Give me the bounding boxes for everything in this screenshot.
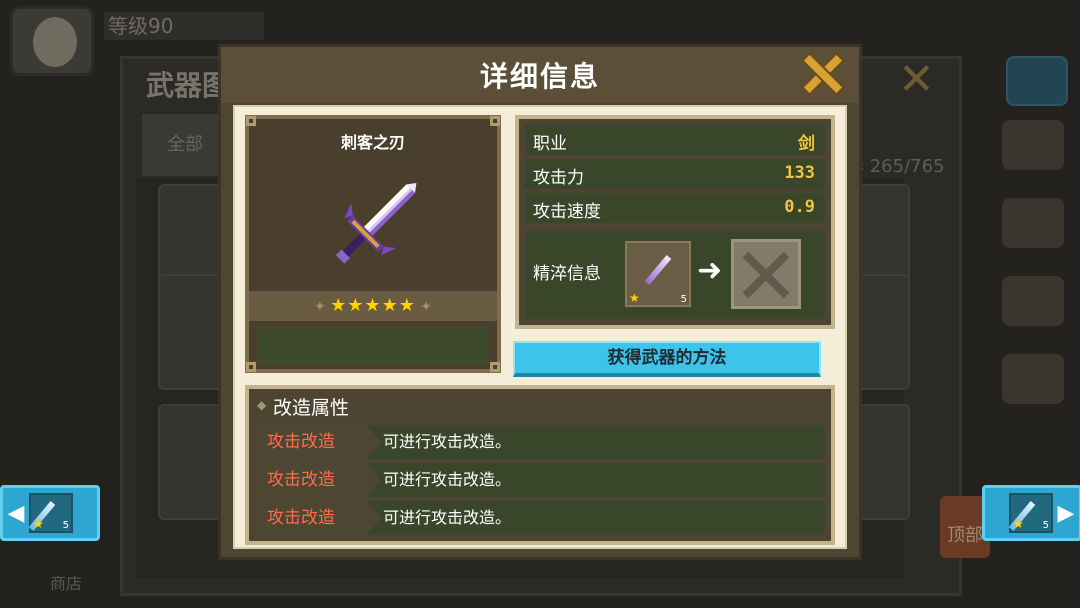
modify-attributes-panel: ◆ 改造属性 攻击改造 可进行攻击改造。 攻击改造 可进行攻击改造。 攻击改造 … (245, 385, 835, 545)
player-level: 等级90 (104, 12, 264, 40)
obtain-method-button[interactable]: 获得武器的方法 (513, 341, 821, 377)
modify-description: 可进行攻击改造。 (383, 432, 512, 451)
modify-row: 攻击改造 可进行攻击改造。 (255, 501, 825, 535)
modify-row: 攻击改造 可进行攻击改造。 (255, 463, 825, 497)
modify-description: 可进行攻击改造。 (383, 508, 512, 527)
refine-source-weapon[interactable]: ★ 5 (625, 241, 691, 307)
stat-row-attack-speed: 攻击速度 0.9 (525, 193, 825, 223)
shop-label: 商店 (50, 574, 83, 593)
modal-body: 刺客之刃 ✦ ★★★★★ ✦ 职业 剑 攻击力 133 攻击速度 0.9 精淬信… (233, 105, 847, 549)
refine-source-level: 5 (680, 294, 687, 305)
stat-label: 攻击力 (533, 168, 584, 188)
arrow-left-icon: ◀ (7, 500, 25, 526)
modify-tag: 攻击改造 (255, 463, 381, 497)
modify-tag: 攻击改造 (255, 425, 381, 459)
weapon-name: 刺客之刃 (340, 133, 405, 152)
tab-all: 全部 (142, 114, 228, 176)
star-strip: ✦ ★★★★★ ✦ (249, 291, 497, 321)
star-icon: ★ (1013, 517, 1024, 531)
side-menu-icons (994, 120, 1074, 450)
star-icon: ★ (33, 517, 44, 531)
prev-weapon-thumbnail: ★ 5 (28, 493, 73, 533)
refine-row: 精淬信息 ★ 5 ➜ (525, 231, 825, 319)
modal-title: 详细信息 (479, 60, 600, 93)
star-icon: ★ (629, 291, 640, 305)
stat-row-attack: 攻击力 133 (525, 159, 825, 189)
refine-label: 精淬信息 (533, 264, 601, 284)
stats-panel: 职业 剑 攻击力 133 攻击速度 0.9 精淬信息 ★ 5 ➜ (515, 115, 835, 329)
weapon-description-box (257, 327, 489, 365)
modify-title: 改造属性 (273, 397, 350, 419)
modal-header: 详细信息 (221, 47, 859, 103)
modify-description: 可进行攻击改造。 (383, 470, 512, 489)
stat-value: 剑 (798, 134, 815, 154)
star-rating: ★★★★★ (330, 295, 416, 316)
prev-weapon-level: 5 (62, 520, 69, 531)
prev-weapon-button[interactable]: ◀ ★ 5 (0, 485, 100, 541)
stat-value: 133 (784, 163, 815, 183)
next-weapon-level: 5 (1042, 520, 1049, 531)
chat-icon (1006, 56, 1068, 106)
catalog-close-icon: ✕ (898, 54, 935, 105)
close-icon[interactable] (801, 51, 845, 95)
weapon-showcase: 刺客之刃 ✦ ★★★★★ ✦ (245, 115, 501, 373)
detail-modal: 详细信息 刺客之刃 ✦ ★★★★★ ✦ 职业 剑 攻击力 133 攻击速度 0.… (218, 44, 862, 560)
stat-value: 0.9 (784, 197, 815, 217)
assassin-blade-icon (335, 182, 417, 264)
refine-empty-slot-icon (731, 239, 801, 309)
diamond-icon: ◆ (257, 398, 267, 412)
arrow-right-icon: ➜ (697, 253, 723, 288)
modify-row: 攻击改造 可进行攻击改造。 (255, 425, 825, 459)
stat-row-class: 职业 剑 (525, 125, 825, 155)
stat-label: 职业 (533, 134, 567, 154)
next-weapon-button[interactable]: ▶ ★ 5 (982, 485, 1080, 541)
next-weapon-thumbnail: ★ 5 (1008, 493, 1053, 533)
arrow-right-icon: ▶ (1057, 500, 1075, 526)
modify-tag: 攻击改造 (255, 501, 381, 535)
player-avatar (10, 6, 94, 76)
stat-label: 攻击速度 (533, 202, 601, 222)
